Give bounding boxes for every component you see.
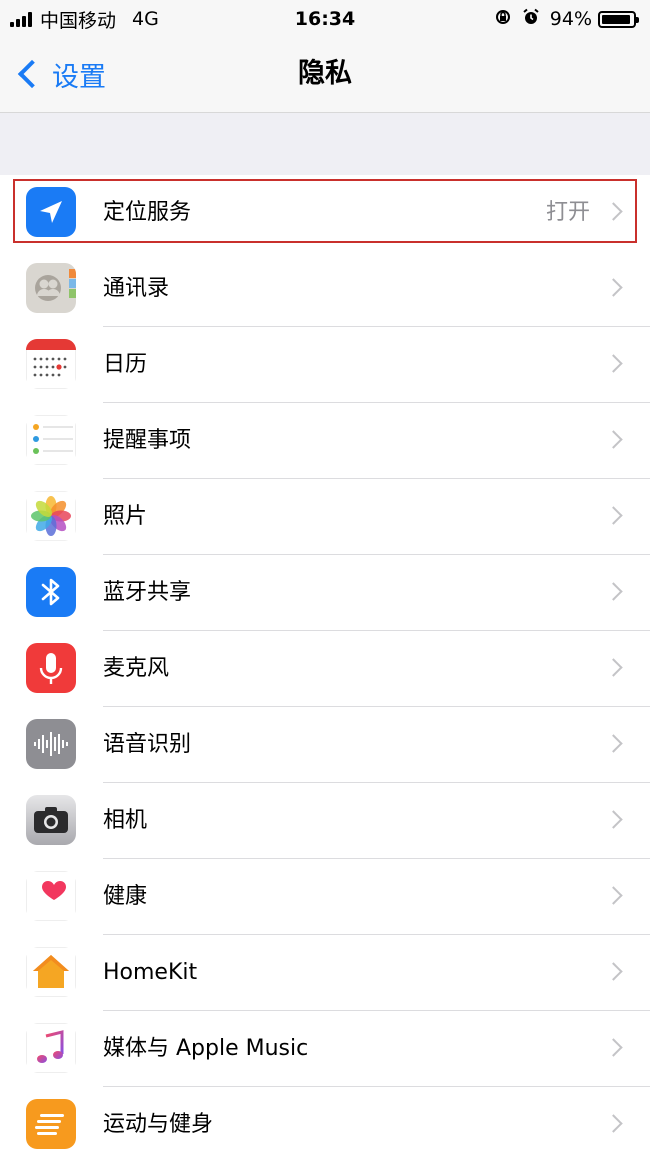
list-item-label: 相机 <box>103 808 148 833</box>
chevron-right-icon <box>604 506 623 525</box>
list-item-camera[interactable]: 相机 <box>0 783 650 859</box>
speech-recognition-icon <box>26 719 76 769</box>
chevron-right-icon <box>604 886 623 905</box>
list-item-label: 麦克风 <box>103 656 170 681</box>
list-item-health[interactable]: 健康 <box>0 859 650 935</box>
list-item-label: 健康 <box>103 884 148 909</box>
list-item-label: 照片 <box>103 504 148 529</box>
camera-icon <box>26 795 76 845</box>
chevron-right-icon <box>604 354 623 373</box>
microphone-icon <box>26 643 76 693</box>
section-spacer <box>0 113 650 175</box>
list-item-value: 打开 <box>545 200 590 225</box>
chevron-right-icon <box>604 962 623 981</box>
health-heart-icon <box>26 871 76 921</box>
motion-fitness-icon <box>26 1099 76 1149</box>
list-item-label: 运动与健身 <box>103 1112 214 1137</box>
location-arrow-icon <box>26 187 76 237</box>
battery-icon <box>598 10 639 28</box>
list-item-speech-recognition[interactable]: 语音识别 <box>0 707 650 783</box>
chevron-right-icon <box>604 658 623 677</box>
status-bar: 中国移动 4G 16:34 94% <box>0 0 650 38</box>
list-item-microphone[interactable]: 麦克风 <box>0 631 650 707</box>
list-item-label: 定位服务 <box>103 200 192 225</box>
chevron-right-icon <box>604 1038 623 1057</box>
homekit-house-icon <box>26 947 76 997</box>
list-item-bluetooth-sharing[interactable]: 蓝牙共享 <box>0 555 650 631</box>
list-item-label: 提醒事项 <box>103 428 192 453</box>
music-note-icon <box>26 1023 76 1073</box>
list-item-label: 媒体与 Apple Music <box>103 1036 309 1061</box>
chevron-right-icon <box>604 582 623 601</box>
orientation-lock-icon <box>494 8 512 31</box>
chevron-right-icon <box>604 734 623 753</box>
reminders-icon <box>26 415 76 465</box>
alarm-icon <box>522 8 540 31</box>
chevron-right-icon <box>604 278 623 297</box>
list-item-homekit[interactable]: HomeKit <box>0 935 650 1011</box>
photos-icon <box>26 491 76 541</box>
calendar-icon <box>26 339 76 389</box>
list-item-contacts[interactable]: 通讯录 <box>0 251 650 327</box>
navigation-bar: 设置 隐私 <box>0 38 650 113</box>
chevron-right-icon <box>604 810 623 829</box>
list-item-label: HomeKit <box>103 960 198 985</box>
list-item-photos[interactable]: 照片 <box>0 479 650 555</box>
chevron-right-icon <box>604 202 623 221</box>
privacy-list: 定位服务 打开 通讯录 日历 提醒事项 照片 蓝牙共享 麦克风 语音识别 相机 … <box>0 175 650 1163</box>
list-item-label: 日历 <box>103 352 148 377</box>
list-item-label: 语音识别 <box>103 732 192 757</box>
status-right: 94% <box>494 6 639 32</box>
battery-percent: 94% <box>549 8 592 30</box>
battery-level <box>602 14 631 24</box>
list-item-label: 通讯录 <box>103 276 170 301</box>
page-title: 隐私 <box>298 58 352 89</box>
list-item-location-services[interactable]: 定位服务 打开 <box>0 175 650 251</box>
chevron-right-icon <box>604 430 623 449</box>
list-item-calendar[interactable]: 日历 <box>0 327 650 403</box>
bluetooth-icon <box>26 567 76 617</box>
list-item-label: 蓝牙共享 <box>103 580 192 605</box>
contacts-icon <box>26 263 76 313</box>
list-item-motion-fitness[interactable]: 运动与健身 <box>0 1087 650 1163</box>
chevron-right-icon <box>604 1114 623 1133</box>
list-item-media-apple-music[interactable]: 媒体与 Apple Music <box>0 1011 650 1087</box>
list-item-reminders[interactable]: 提醒事项 <box>0 403 650 479</box>
